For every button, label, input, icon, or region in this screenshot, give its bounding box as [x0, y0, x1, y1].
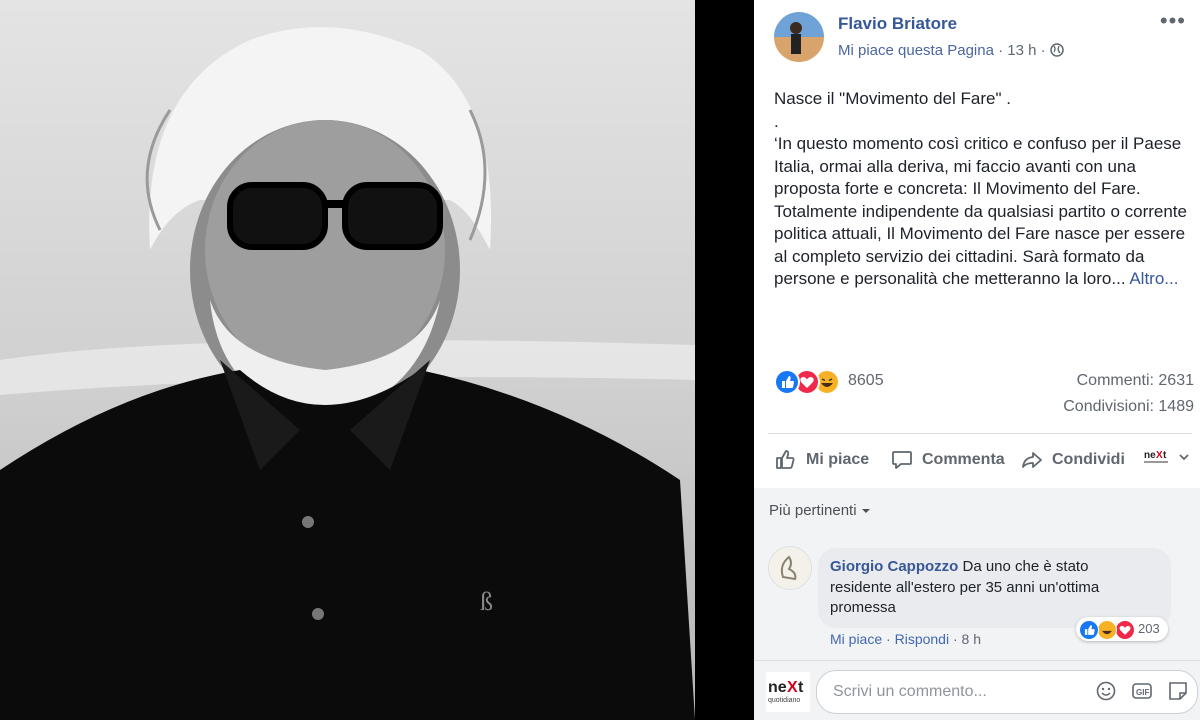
- comment-reaction-count: 203: [1138, 621, 1160, 636]
- svg-text:quotidiano: quotidiano: [768, 697, 800, 704]
- page-name-link[interactable]: Flavio Briatore: [838, 14, 957, 34]
- like-reaction-icon: [774, 369, 800, 395]
- comment-reply-link[interactable]: Rispondi: [895, 631, 949, 647]
- svg-text:GIF: GIF: [1136, 688, 1149, 697]
- thumbs-up-icon: [776, 450, 795, 469]
- commenter-avatar[interactable]: [768, 546, 812, 590]
- comment-text: Giorgio Cappozzo Da uno che è stato resi…: [830, 557, 1150, 619]
- emoji-icon[interactable]: [1095, 680, 1117, 702]
- haha-reaction-icon: [1097, 620, 1117, 640]
- comment-timestamp[interactable]: 8 h: [962, 631, 981, 647]
- meta-dot: ·: [886, 631, 891, 647]
- next-quotidiano-logo: ne Xt: [1144, 450, 1168, 463]
- divider: [754, 660, 1200, 661]
- like-reaction-icon: [1079, 620, 1099, 640]
- reactions-count: 8605: [848, 372, 884, 389]
- comment-like-link[interactable]: Mi piace: [830, 631, 882, 647]
- photo-viewer: ß: [0, 0, 754, 720]
- gif-icon[interactable]: GIF: [1131, 680, 1153, 702]
- sticker-icon[interactable]: [1167, 680, 1189, 702]
- post-text: Nasce il "Movimento del Fare" . . ‘In qu…: [774, 88, 1194, 291]
- divider: [768, 433, 1192, 434]
- photo-edge: [695, 0, 754, 720]
- comments-count-link[interactable]: Commenti: 2631: [1077, 372, 1194, 390]
- svg-text:t: t: [1163, 450, 1167, 461]
- avatar-image: [774, 12, 824, 62]
- chevron-down-icon: [1179, 454, 1189, 461]
- post-timestamp[interactable]: 13 h: [1007, 42, 1036, 59]
- like-button[interactable]: Mi piace: [774, 448, 869, 472]
- comment-sort-label: Più pertinenti: [769, 502, 857, 519]
- comment-reactions[interactable]: 203: [1076, 617, 1168, 641]
- meta-dot: ·: [1040, 42, 1046, 59]
- chevron-down-icon: [861, 509, 870, 513]
- portrait-image: ß: [0, 0, 695, 720]
- page-avatar[interactable]: [774, 12, 824, 62]
- share-arrow-icon: [1022, 452, 1042, 468]
- love-reaction-icon: [1115, 620, 1135, 640]
- comment-actions: Mi piace · Rispondi · 8 h: [830, 631, 981, 647]
- meta-dot: ·: [952, 631, 958, 647]
- comment-input-icons: GIF: [1095, 680, 1189, 702]
- comment-input-placeholder: Scrivi un commento...: [833, 683, 987, 700]
- svg-text:t: t: [798, 679, 804, 696]
- post-text-line2: .: [774, 111, 779, 131]
- post-text-line1: Nasce il "Movimento del Fare" .: [774, 89, 1011, 108]
- comment-sort-dropdown[interactable]: Più pertinenti: [769, 502, 871, 519]
- svg-text:X: X: [787, 679, 798, 696]
- post-meta: Mi piace questa Pagina · 13 h ·: [838, 42, 1064, 61]
- share-button-label: Condividi: [1052, 451, 1125, 468]
- meta-dot: ·: [998, 42, 1004, 59]
- comment-input[interactable]: Scrivi un commento... GIF: [816, 670, 1198, 714]
- post-text-body: ‘In questo momento così critico e confus…: [774, 133, 1194, 291]
- like-button-label: Mi piace: [806, 451, 870, 468]
- post-body-text: ‘In questo momento così critico e confus…: [774, 134, 1187, 288]
- like-page-link[interactable]: Mi piace questa Pagina: [838, 42, 994, 59]
- see-more-link[interactable]: Altro...: [1129, 269, 1178, 288]
- speech-bubble-icon: [892, 451, 912, 469]
- globe-icon: [1050, 43, 1064, 61]
- post-photo[interactable]: ß: [0, 0, 695, 720]
- svg-text:ß: ß: [480, 587, 493, 616]
- post-sidebar: Flavio Briatore Mi piace questa Pagina ·…: [754, 0, 1200, 720]
- next-quotidiano-logo: ne Xtquotidiano: [766, 672, 810, 712]
- comment-author-link[interactable]: Giorgio Cappozzo: [830, 558, 958, 575]
- current-user-avatar: ne Xt quotidiano: [766, 672, 810, 712]
- svg-text:ne: ne: [1144, 450, 1156, 461]
- shares-count-link[interactable]: Condivisioni: 1489: [1063, 398, 1194, 416]
- comment-button-label: Commenta: [922, 451, 1005, 468]
- comment-button[interactable]: Commenta: [890, 448, 1005, 472]
- svg-text:ne: ne: [768, 679, 787, 696]
- svg-text:X: X: [1156, 450, 1163, 461]
- share-as-selector[interactable]: ne Xt: [1144, 448, 1190, 466]
- more-options-icon[interactable]: •••: [1160, 8, 1186, 34]
- share-button[interactable]: Condividi: [1020, 448, 1125, 472]
- commenter-avatar-image: [769, 547, 811, 589]
- comment-bubble: Giorgio Cappozzo Da uno che è stato resi…: [818, 548, 1171, 628]
